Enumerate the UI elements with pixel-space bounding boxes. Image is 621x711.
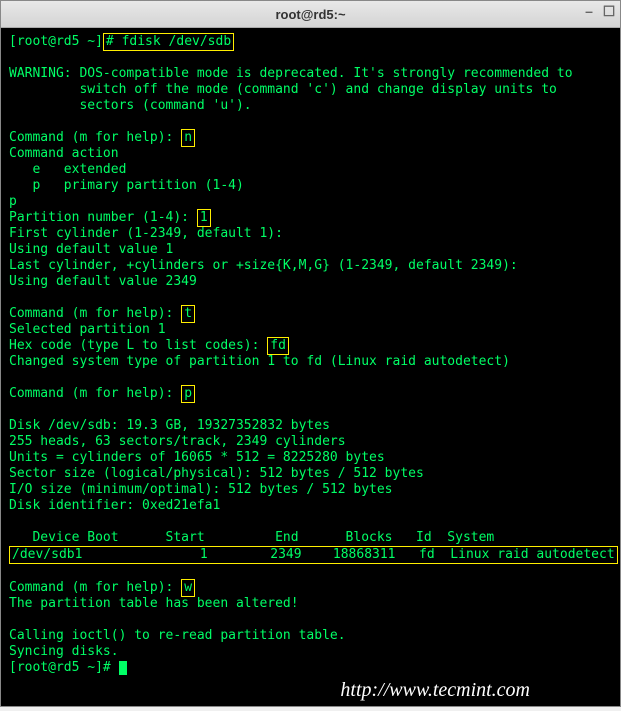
action-choice: p	[9, 194, 17, 209]
action-e: e extended	[9, 162, 126, 177]
action-hdr: Command action	[9, 146, 119, 161]
table-row: /dev/sdb1 1 2349 18868311 fd Linux raid …	[9, 546, 618, 564]
watermark: http://www.tecmint.com	[340, 682, 530, 698]
disk-l4: Sector size (logical/physical): 512 byte…	[9, 466, 424, 481]
hex-input: fd	[267, 337, 289, 355]
hex-label: Hex code (type L to list codes):	[9, 338, 267, 353]
lastcyl: Last cylinder, +cylinders or +size{K,M,G…	[9, 258, 526, 273]
warn-l1: WARNING: DOS-compatible mode is deprecat…	[9, 66, 573, 81]
terminal-body[interactable]: [root@rd5 ~]# fdisk /dev/sdb WARNING: DO…	[1, 28, 620, 706]
cmd-fdisk: # fdisk /dev/sdb	[103, 33, 234, 51]
changed: Changed system type of partition 1 to fd…	[9, 354, 510, 369]
cmd-n-label: Command (m for help):	[9, 130, 181, 145]
selpart: Selected partition 1	[9, 322, 166, 337]
def2349: Using default value 2349	[9, 274, 197, 289]
action-p: p primary partition (1-4)	[9, 178, 244, 193]
disk-l3: Units = cylinders of 16065 * 512 = 82252…	[9, 450, 385, 465]
partnum-input: 1	[197, 209, 211, 227]
disk-l2: 255 heads, 63 sectors/track, 2349 cylind…	[9, 434, 346, 449]
terminal-window: root@rd5:~ – ☐ [root@rd5 ~]# fdisk /dev/…	[0, 0, 621, 707]
disk-l6: Disk identifier: 0xed21efa1	[9, 498, 220, 513]
cmd-p-label: Command (m for help):	[9, 386, 181, 401]
partnum-label: Partition number (1-4):	[9, 210, 197, 225]
maximize-button[interactable]: ☐	[602, 4, 616, 18]
titlebar: root@rd5:~ – ☐	[1, 1, 620, 28]
warn-l2: switch off the mode (command 'c') and ch…	[9, 82, 557, 97]
ioctl: Calling ioctl() to re-read partition tab…	[9, 628, 346, 643]
firstcyl: First cylinder (1-2349, default 1):	[9, 226, 291, 241]
prompt2: [root@rd5 ~]#	[9, 660, 119, 675]
cmd-t-label: Command (m for help):	[9, 306, 181, 321]
altered: The partition table has been altered!	[9, 596, 299, 611]
sync: Syncing disks.	[9, 644, 119, 659]
cmd-n-input: n	[181, 129, 195, 147]
cmd-t-input: t	[181, 305, 195, 323]
warn-l3: sectors (command 'u').	[9, 98, 252, 113]
disk-l5: I/O size (minimum/optimal): 512 bytes / …	[9, 482, 393, 497]
prompt-prefix: [root@rd5 ~]	[9, 34, 103, 49]
cursor-block	[119, 661, 127, 675]
minimize-button[interactable]: –	[582, 4, 596, 18]
cmd-w-input: w	[181, 579, 195, 597]
cmd-p-input: p	[181, 385, 195, 403]
window-title: root@rd5:~	[275, 7, 345, 22]
disk-l1: Disk /dev/sdb: 19.3 GB, 19327352832 byte…	[9, 418, 330, 433]
table-hdr: Device Boot Start End Blocks Id System	[9, 530, 494, 545]
window-controls: – ☐	[582, 4, 616, 18]
def1: Using default value 1	[9, 242, 173, 257]
cmd-w-label: Command (m for help):	[9, 580, 181, 595]
